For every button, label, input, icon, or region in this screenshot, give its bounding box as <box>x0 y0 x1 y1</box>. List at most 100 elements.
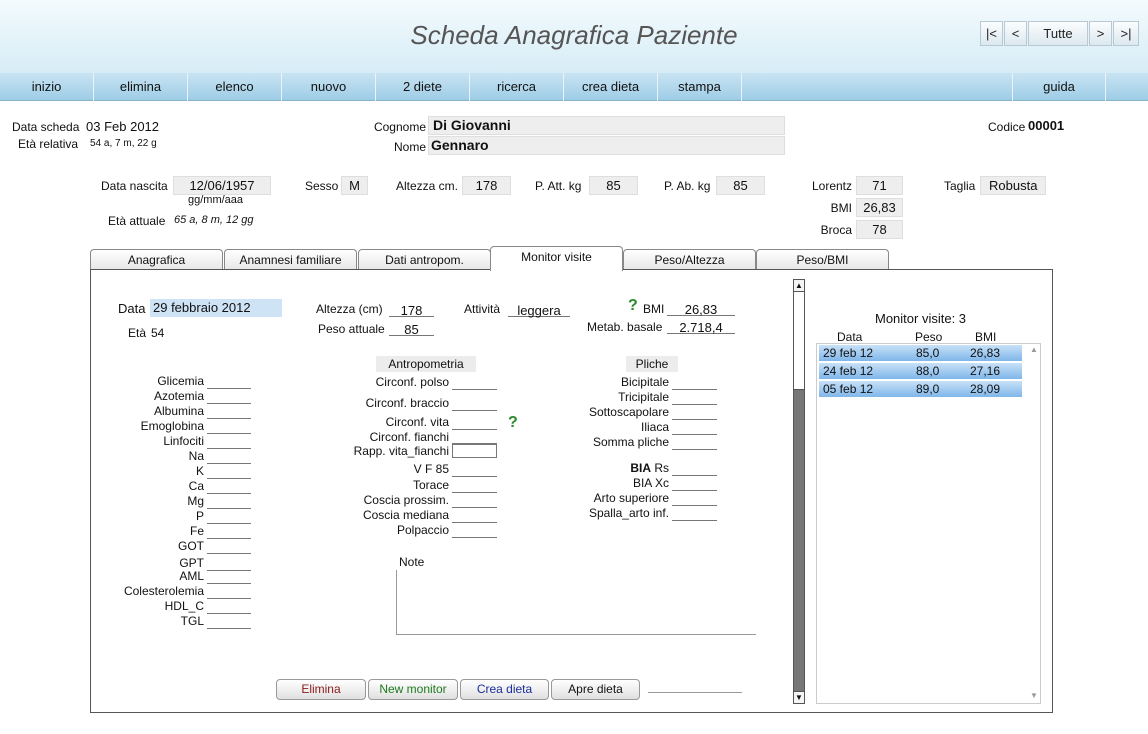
lab-field[interactable] <box>207 465 251 479</box>
lab-label: Azotemia <box>153 389 204 403</box>
visit-attivita-field[interactable]: leggera <box>508 303 570 318</box>
lab-label: Albumina <box>153 404 204 418</box>
antropometria-field[interactable] <box>452 443 497 458</box>
lab-label: Na <box>188 449 204 463</box>
tab-peso-bmi[interactable]: Peso/BMI <box>756 249 889 270</box>
monitor-row[interactable]: 24 feb 12 88,0 27,16 <box>819 363 1022 379</box>
menu-inizio[interactable]: inizio <box>0 73 94 101</box>
antropometria-field[interactable] <box>452 479 497 493</box>
p-ab-field[interactable]: 85 <box>716 176 765 195</box>
lab-label: K <box>195 464 204 478</box>
bia-xc-label: BIA Xc <box>632 476 669 490</box>
nav-last-button[interactable]: >| <box>1113 21 1139 46</box>
lab-field[interactable] <box>207 615 251 629</box>
visit-bmi-label: BMI <box>643 302 665 316</box>
antropometria-field[interactable] <box>452 397 497 411</box>
spalla-arto-label: Spalla_arto inf. <box>588 506 669 520</box>
nav-first-button[interactable]: |< <box>980 21 1003 46</box>
note-textarea[interactable] <box>396 570 756 635</box>
lab-field[interactable] <box>207 405 251 419</box>
list-scroll-down-icon[interactable]: ▼ <box>1030 691 1038 700</box>
scroll-up-icon[interactable]: ▲ <box>794 280 804 292</box>
spalla-arto-field[interactable] <box>672 507 717 521</box>
visit-date-field[interactable]: 29 febbraio 2012 <box>150 299 282 317</box>
tab-anamnesi-familiare[interactable]: Anamnesi familiare <box>224 249 357 270</box>
scroll-thumb[interactable] <box>794 292 804 390</box>
antropometria-label: Circonf. vita <box>385 415 449 429</box>
lab-field[interactable] <box>207 570 251 584</box>
lab-field[interactable] <box>207 375 251 389</box>
menu-ricerca[interactable]: ricerca <box>470 73 564 101</box>
p-att-field[interactable]: 85 <box>589 176 638 195</box>
altezza-field[interactable]: 178 <box>462 176 511 195</box>
menu-elenco[interactable]: elenco <box>188 73 282 101</box>
lab-field[interactable] <box>207 585 251 599</box>
list-scroll-up-icon[interactable]: ▲ <box>1030 345 1038 354</box>
pliche-field[interactable] <box>672 391 717 405</box>
menu-crea-dieta[interactable]: crea dieta <box>564 73 658 101</box>
data-nascita-field[interactable]: 12/06/1957 <box>173 176 271 195</box>
menu-2-diete[interactable]: 2 diete <box>376 73 470 101</box>
scroll-down-icon[interactable]: ▼ <box>794 691 804 703</box>
menu-stampa[interactable]: stampa <box>658 73 742 101</box>
antropometria-field[interactable] <box>452 494 497 508</box>
apre-dieta-button[interactable]: Apre dieta <box>551 679 640 700</box>
vita-help-icon[interactable]: ? <box>508 414 518 432</box>
tab-anagrafica[interactable]: Anagrafica <box>90 249 223 270</box>
nav-next-button[interactable]: > <box>1089 21 1112 46</box>
visit-altezza-field[interactable]: 178 <box>389 303 434 318</box>
lab-field[interactable] <box>207 600 251 614</box>
bmi-help-icon[interactable]: ? <box>628 297 638 315</box>
lab-field[interactable] <box>207 495 251 509</box>
antropometria-label: Torace <box>412 478 449 492</box>
lab-field[interactable] <box>207 450 251 464</box>
lab-field[interactable] <box>207 435 251 449</box>
antropometria-field[interactable] <box>452 463 497 477</box>
panel-scrollbar[interactable]: ▲ ▼ <box>793 279 805 704</box>
antropometria-field[interactable] <box>452 524 497 538</box>
pliche-field[interactable] <box>672 376 717 390</box>
lab-field[interactable] <box>207 557 251 571</box>
broca-field: 78 <box>856 220 903 239</box>
visit-peso-field[interactable]: 85 <box>389 322 434 337</box>
menu-nuovo[interactable]: nuovo <box>282 73 376 101</box>
pliche-field[interactable] <box>672 436 717 450</box>
nome-field[interactable]: Gennaro <box>428 136 785 155</box>
antropometria-label: Rapp. vita_fianchi <box>353 444 449 458</box>
monitor-row[interactable]: 29 feb 12 85,0 26,83 <box>819 345 1022 361</box>
lab-field[interactable] <box>207 390 251 404</box>
nav-all-button[interactable]: Tutte <box>1028 21 1088 46</box>
bia-xc-field[interactable] <box>672 477 717 491</box>
eta-relativa-value: 54 a, 7 m, 22 g <box>90 138 157 149</box>
lab-label: GOT <box>178 539 204 553</box>
bia-rs-field[interactable] <box>672 462 717 476</box>
elimina-button[interactable]: Elimina <box>276 679 366 700</box>
nav-prev-button[interactable]: < <box>1004 21 1027 46</box>
monitor-row[interactable]: 05 feb 12 89,0 28,09 <box>819 381 1022 397</box>
menu-guida[interactable]: guida <box>1012 73 1106 101</box>
crea-dieta-button[interactable]: Crea dieta <box>460 679 549 700</box>
antropometria-field[interactable] <box>452 376 497 390</box>
lab-field[interactable] <box>207 510 251 524</box>
lab-field[interactable] <box>207 540 251 554</box>
pliche-field[interactable] <box>672 421 717 435</box>
sesso-field[interactable]: M <box>341 176 368 195</box>
cognome-field[interactable]: Di Giovanni <box>428 116 785 135</box>
visit-eta-value: 54 <box>151 326 165 340</box>
pliche-label: Iliaca <box>640 420 669 434</box>
tab-peso-altezza[interactable]: Peso/Altezza <box>623 249 756 270</box>
sesso-label: Sesso <box>305 179 339 193</box>
antropometria-field[interactable] <box>452 416 497 430</box>
pliche-field[interactable] <box>672 406 717 420</box>
antropometria-field[interactable] <box>452 509 497 523</box>
lab-field[interactable] <box>207 525 251 539</box>
new-monitor-button[interactable]: New monitor <box>368 679 458 700</box>
arto-superiore-field[interactable] <box>672 492 717 506</box>
menu-elimina[interactable]: elimina <box>94 73 188 101</box>
lab-field[interactable] <box>207 480 251 494</box>
monitor-list-scrollbar[interactable]: ▲ ▼ <box>1028 345 1040 702</box>
lab-field[interactable] <box>207 420 251 434</box>
monitor-list[interactable] <box>816 343 1041 704</box>
tab-dati-antropom[interactable]: Dati antropom. <box>358 249 491 270</box>
tab-monitor-visite[interactable]: Monitor visite <box>490 246 623 271</box>
